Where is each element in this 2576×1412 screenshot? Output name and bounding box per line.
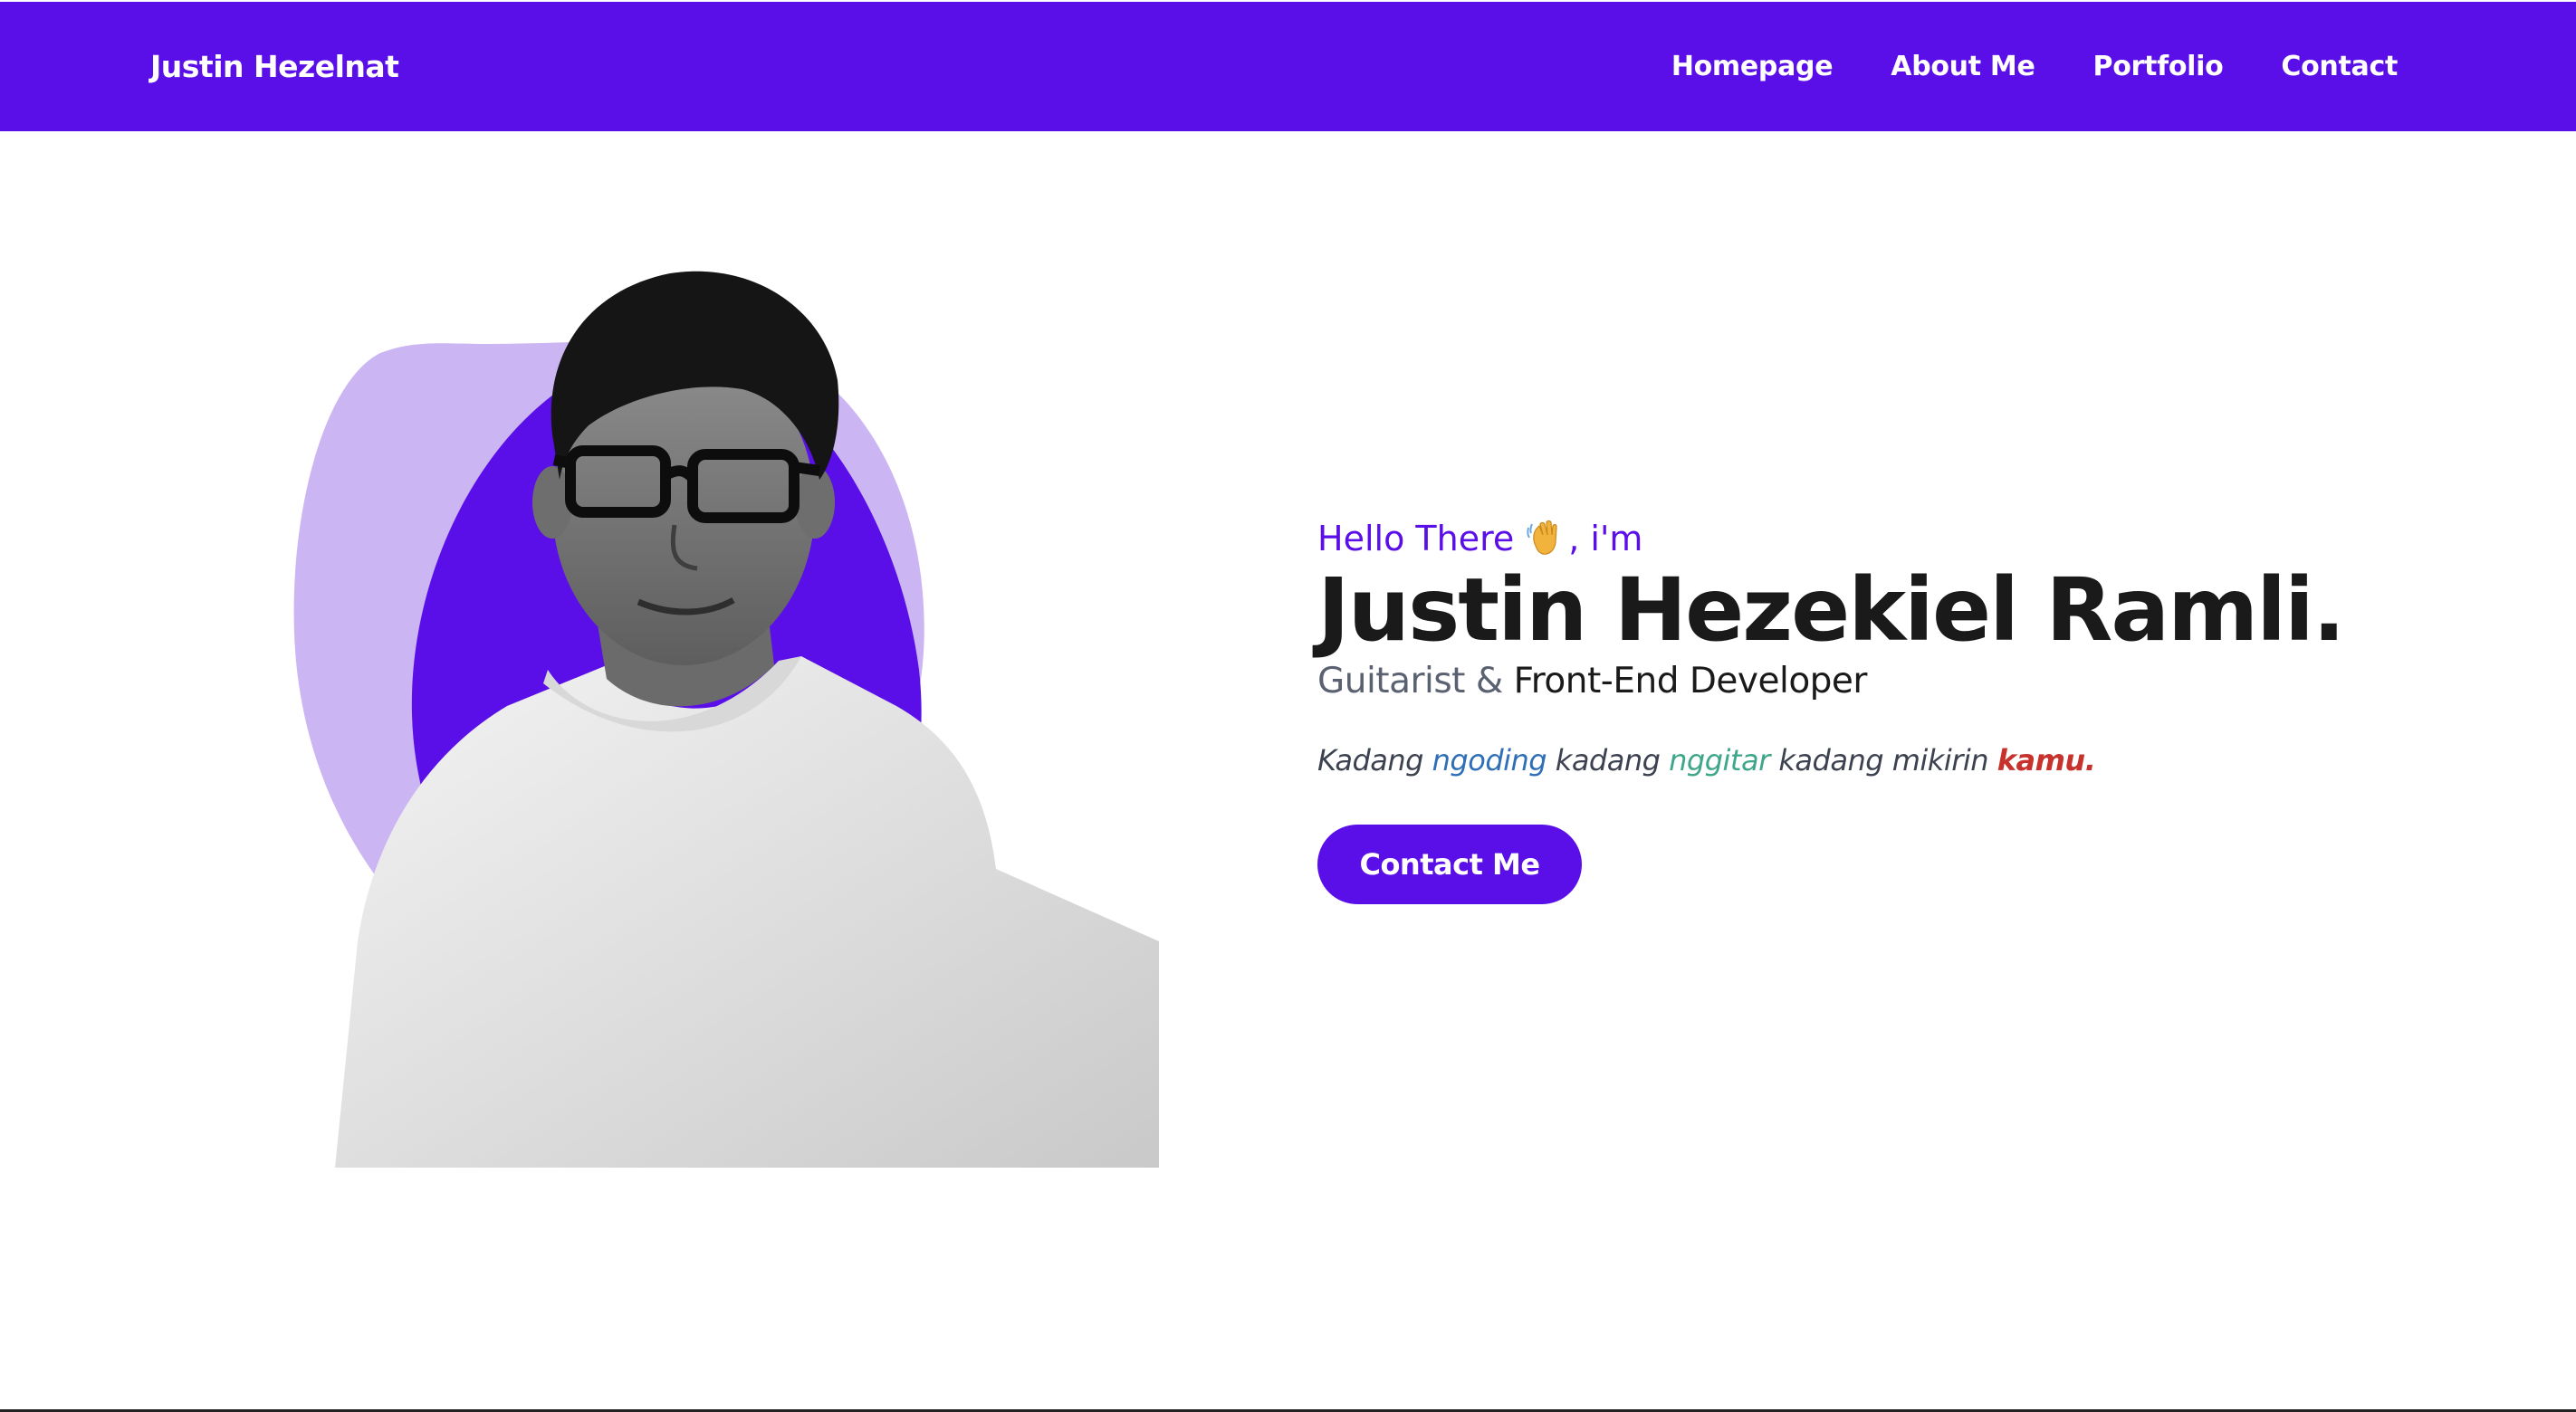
hero-portrait-svg	[293, 271, 1159, 1168]
nav-link-homepage[interactable]: Homepage	[1671, 47, 1834, 87]
tagline-part: kadang	[1547, 743, 1670, 778]
tagline-kamu: kamu.	[1997, 743, 2096, 778]
page: Justin Hezelnat Homepage About Me Portfo…	[0, 0, 2576, 1412]
navbar: Justin Hezelnat Homepage About Me Portfo…	[0, 2, 2576, 131]
hero-name: Justin Hezekiel Ramli.	[1317, 559, 2345, 661]
nav-link-contact[interactable]: Contact	[2281, 47, 2398, 87]
role-guitarist: Guitarist &	[1317, 661, 1514, 701]
hero-tagline: Kadang ngoding kadang nggitar kadang mik…	[1317, 740, 2404, 780]
nav-link-about-me[interactable]: About Me	[1891, 47, 2035, 87]
nav-links: Homepage About Me Portfolio Contact	[1671, 47, 2398, 87]
tagline-ngoding: ngoding	[1432, 743, 1547, 778]
waving-hand-icon	[1527, 520, 1557, 555]
contact-me-button[interactable]: Contact Me	[1317, 825, 1582, 904]
brand-logo[interactable]: Justin Hezelnat	[150, 47, 399, 87]
tagline-part: kadang mikirin	[1769, 743, 1997, 778]
greeting-prefix: Hello There	[1317, 519, 1515, 558]
greeting-suffix: , i'm	[1568, 519, 1643, 558]
tagline-part: Kadang	[1317, 743, 1432, 778]
hero-portrait-art	[272, 253, 1177, 1168]
hero-role: Guitarist & Front-End Developer	[1317, 659, 2404, 704]
greeting: Hello There , i'm	[1317, 516, 2404, 561]
role-developer: Front-End Developer	[1513, 661, 1868, 701]
hero-text: Hello There , i'm Justin Hezekiel Ramli.…	[1317, 516, 2404, 904]
tagline-nggitar: nggitar	[1669, 743, 1770, 778]
nav-link-portfolio[interactable]: Portfolio	[2093, 47, 2224, 87]
